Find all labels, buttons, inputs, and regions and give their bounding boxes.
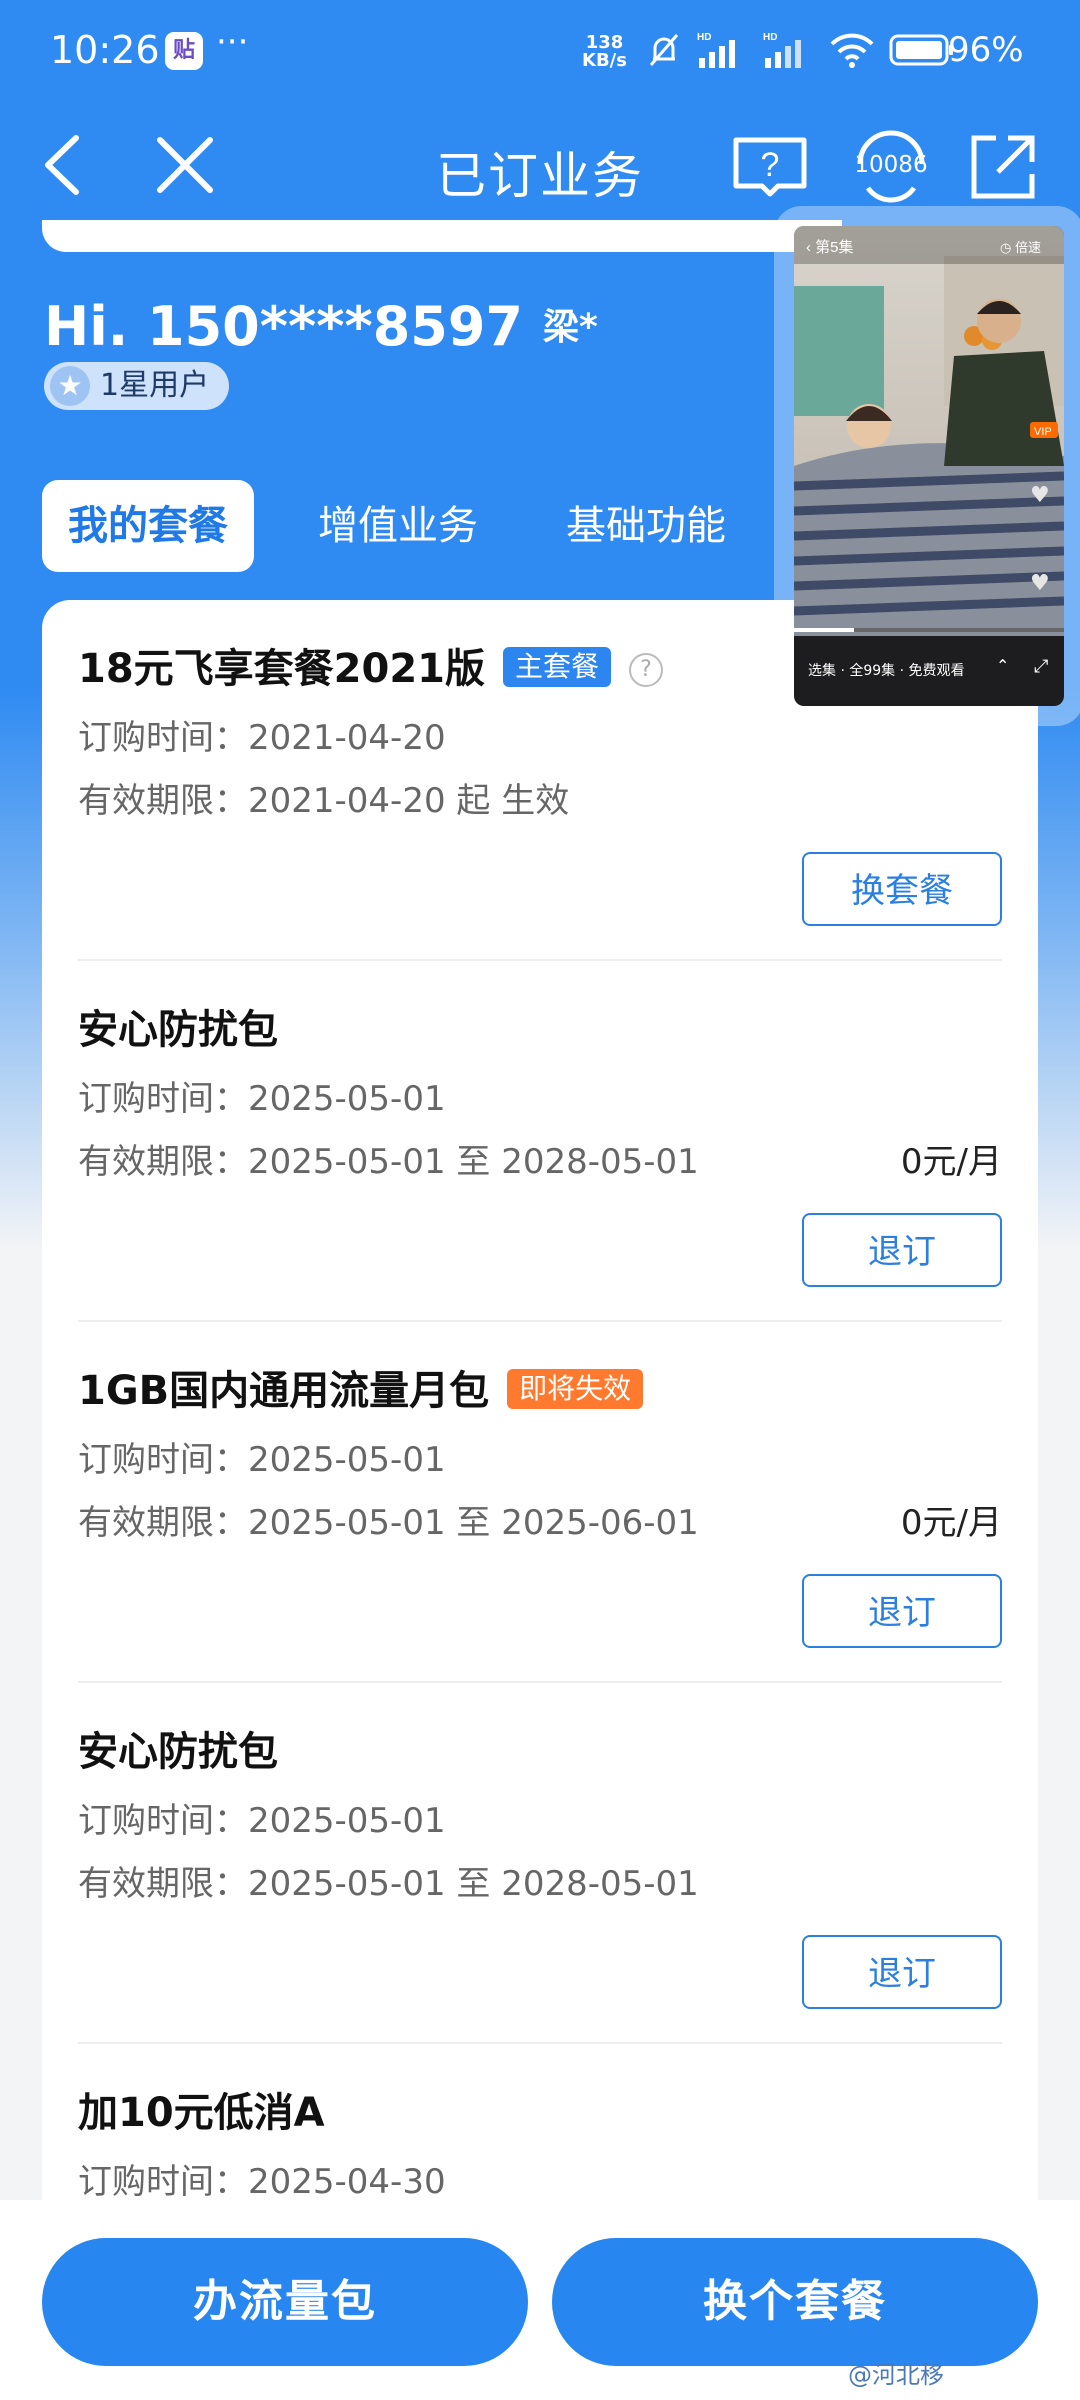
status-bar: 10:26 贴 ··· 138 KB/s HD HD 96% [0, 0, 1080, 108]
mute-bell-icon [649, 34, 679, 66]
switch-plan-button[interactable]: 换个套餐 [552, 2238, 1038, 2366]
app-notification-icon: 贴 [165, 32, 203, 70]
package-name: 18元飞享套餐2021版 主套餐? [78, 636, 664, 694]
episode-selector[interactable]: 选集 · 全99集 · 免费观看 [808, 660, 965, 680]
unsubscribe-button[interactable]: 退订 [802, 1574, 1002, 1648]
more-notifications-icon: ··· [216, 22, 249, 62]
package-name: 安心防扰包 [78, 1007, 278, 1053]
list-item: 安心防扰包 订购时间：2025-05-01 有效期限：2025-05-01 至 … [42, 1683, 1038, 2044]
hotline-number: 10086 [854, 152, 928, 178]
hotline-10086-button[interactable]: 10086 [846, 122, 936, 212]
episode-label: ‹ 第5集 [806, 238, 854, 256]
user-level-badge[interactable]: ★ 1星用户 [44, 362, 230, 410]
main-plan-tag: 主套餐 [503, 647, 612, 687]
list-item: 安心防扰包 订购时间：2025-05-01 有效期限：2025-05-01 至 … [42, 961, 1038, 1322]
order-time: 订购时间：2025-04-30 [78, 2162, 446, 2202]
floating-video-player[interactable]: ‹ 第5集 ◷ 倍速 VIP ♥ ♥ 选集 · 全99集 · 免费观看 ⌃ ⤢ [794, 226, 1064, 706]
user-surname: 梁* [543, 307, 598, 348]
unsubscribe-button[interactable]: 退订 [802, 1213, 1002, 1287]
battery-percent: 96% [948, 30, 1024, 70]
star-icon: ★ [50, 366, 90, 406]
signal-sim1-icon: HD [697, 32, 735, 68]
change-plan-button[interactable]: 换套餐 [802, 852, 1002, 926]
tab-my-plan[interactable]: 我的套餐 [42, 480, 254, 572]
order-time: 订购时间：2025-05-01 [78, 1440, 446, 1480]
nav-bar: 已订业务 ? 10086 [0, 108, 1080, 228]
video-bottom-bar[interactable]: 选集 · 全99集 · 免费观看 ⌃ ⤢ [794, 644, 1064, 694]
speed-label: ◷ 倍速 [1000, 240, 1041, 255]
price: 0元/月 [900, 1142, 1002, 1182]
price: 0元/月 [900, 1503, 1002, 1543]
like-icon: ♥ [1030, 483, 1050, 508]
validity: 有效期限：2025-05-01 至 2025-06-01 [78, 1503, 699, 1543]
package-name: 安心防扰包 [78, 1729, 278, 1775]
share-icon[interactable] [966, 130, 1040, 204]
network-speed: 138 KB/s [582, 32, 627, 71]
vip-badge: VIP [1034, 426, 1052, 438]
package-name: 加10元低消A [78, 2090, 325, 2136]
validity: 有效期限：2025-05-01 至 2028-05-01 [78, 1864, 699, 1904]
header-card-edge [42, 220, 842, 252]
watermark: @河北移 [848, 2361, 944, 2389]
svg-text:HD: HD [763, 32, 777, 43]
fullscreen-icon[interactable]: ⤢ [1034, 656, 1048, 677]
user-greeting: Hi. 150****8597 梁* [44, 295, 598, 358]
package-name: 1GB国内通用流量月包 即将失效 [78, 1358, 644, 1416]
svg-text:HD: HD [697, 32, 711, 43]
tab-basic-functions[interactable]: 基础功能 [566, 480, 726, 572]
order-time: 订购时间：2025-05-01 [78, 1079, 446, 1119]
order-time: 订购时间：2025-05-01 [78, 1801, 446, 1841]
help-icon[interactable]: ? [629, 653, 664, 687]
tab-value-added[interactable]: 增值业务 [318, 480, 478, 572]
battery-icon [889, 34, 953, 66]
svg-text:?: ? [761, 146, 780, 184]
expiring-tag: 即将失效 [507, 1369, 644, 1409]
user-level-label: 1星用户 [100, 368, 210, 403]
help-book-icon[interactable]: ? [732, 130, 808, 200]
chevron-up-icon[interactable]: ⌃ [996, 656, 1009, 675]
validity: 有效期限：2021-04-20 起 生效 [78, 781, 570, 821]
collect-icon: ♥ [1030, 571, 1050, 596]
plan-list-card: 18元飞享套餐2021版 主套餐? 订购时间：2021-04-20 有效期限：20… [42, 600, 1038, 2380]
validity: 有效期限：2025-05-01 至 2028-05-01 [78, 1142, 699, 1182]
order-time: 订购时间：2021-04-20 [78, 718, 446, 758]
unsubscribe-button[interactable]: 退订 [802, 1935, 1002, 2009]
video-frame: ‹ 第5集 ◷ 倍速 VIP ♥ ♥ [794, 226, 1064, 636]
signal-sim2-icon: HD [763, 32, 801, 68]
user-phone: Hi. 150****8597 [44, 295, 523, 358]
wifi-icon [830, 33, 874, 68]
status-time: 10:26 [50, 28, 160, 72]
buy-data-pack-button[interactable]: 办流量包 [42, 2238, 528, 2366]
list-item: 1GB国内通用流量月包 即将失效 订购时间：2025-05-01 有效期限：202… [42, 1322, 1038, 1683]
